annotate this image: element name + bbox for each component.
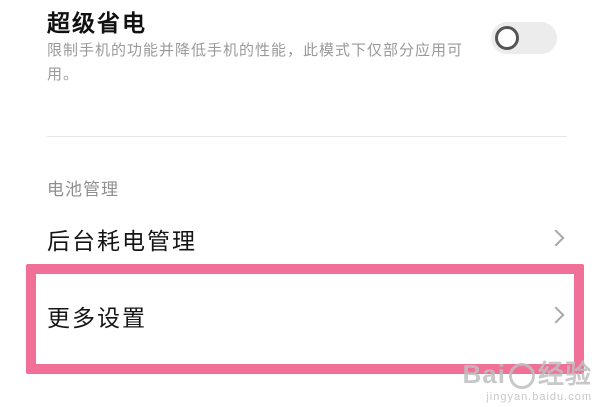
super-power-saving-toggle[interactable] [491,22,557,54]
baidu-jingyan-watermark: Bai 经验 jingyan.baidu.com [463,354,592,403]
watermark-jingyan-text: 经验 [537,359,592,389]
watermark-url: jingyan.baidu.com [486,391,592,403]
watermark-bai-text: Bai [462,359,506,389]
background-power-management-label: 后台耗电管理 [47,229,197,255]
super-power-saving-title: 超级省电 [47,11,147,37]
paw-icon [508,363,535,390]
chevron-right-icon [547,229,565,247]
toggle-knob [495,26,519,50]
battery-management-header: 电池管理 [47,180,119,200]
section-divider [47,136,567,137]
super-power-saving-description: 限制手机的功能并降低手机的性能，此模式下仅部分应用可用。 [47,41,464,83]
